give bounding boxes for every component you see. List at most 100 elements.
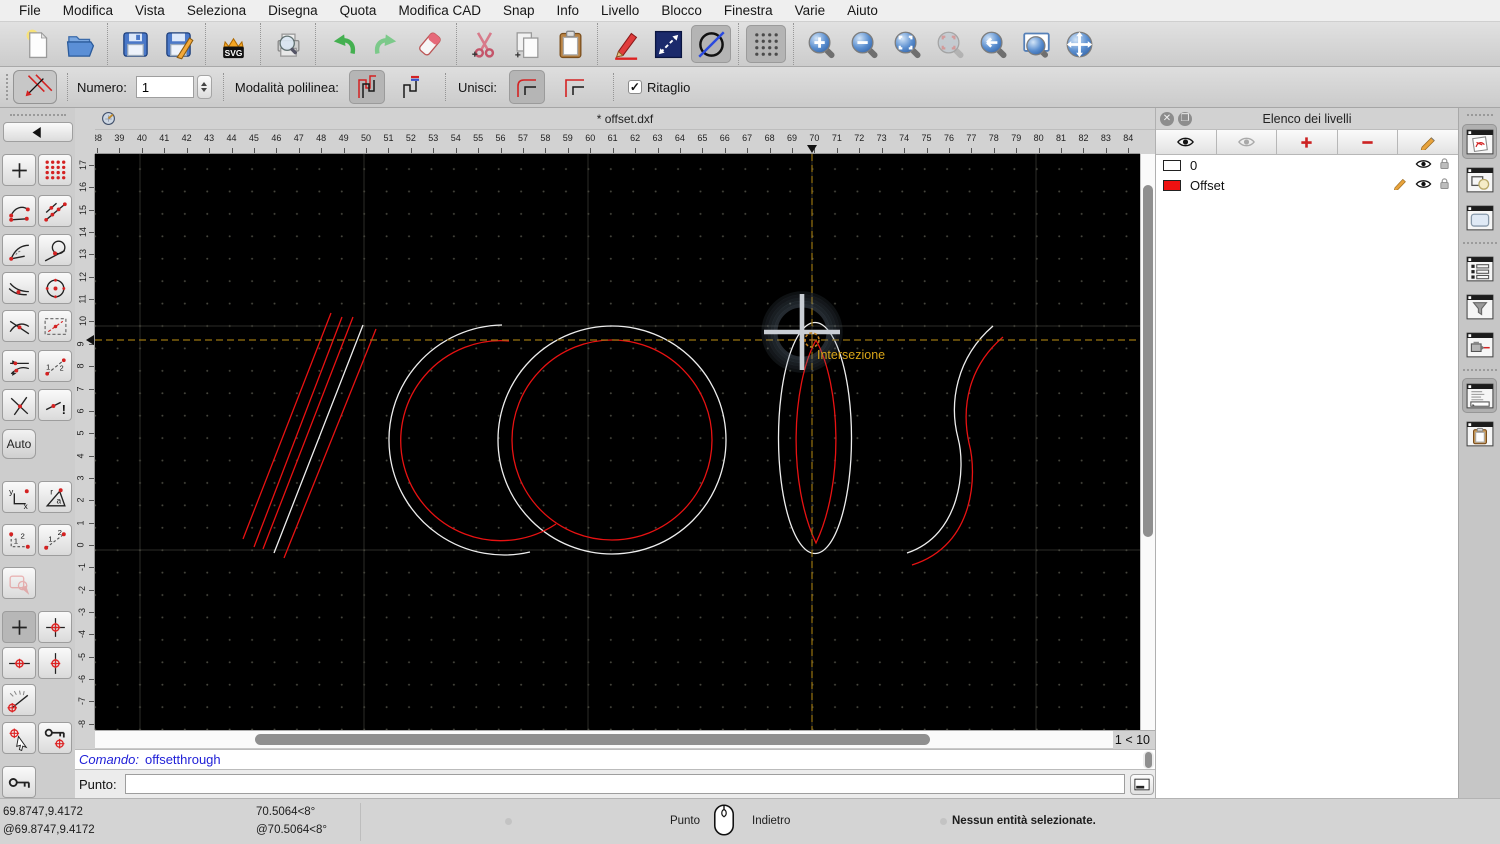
- print-preview-button[interactable]: [268, 25, 308, 63]
- palette-grip[interactable]: [9, 114, 66, 116]
- block-list-panel-button[interactable]: [1462, 162, 1497, 197]
- ellipse-line-tool-button[interactable]: [691, 25, 731, 63]
- coord-polar-button[interactable]: ra: [38, 481, 72, 513]
- zoom-auto-button[interactable]: [887, 25, 927, 63]
- menu-finestra[interactable]: Finestra: [713, 3, 784, 18]
- snap-on-entity-button[interactable]: [38, 195, 72, 227]
- property-editor-panel-button[interactable]: [1462, 251, 1497, 286]
- restrict-none-button[interactable]: [2, 567, 36, 599]
- menu-quota[interactable]: Quota: [329, 3, 388, 18]
- restrict-off-button[interactable]: [2, 611, 36, 643]
- snap-center-button[interactable]: [38, 272, 72, 304]
- pan-button[interactable]: [1059, 25, 1099, 63]
- ritaglio-checkbox[interactable]: ✓: [627, 80, 642, 94]
- menu-seleziona[interactable]: Seleziona: [176, 3, 257, 18]
- snap-ortho-button[interactable]: !: [38, 389, 72, 421]
- layer-minus-red-button[interactable]: [1337, 130, 1399, 154]
- snap-reference-button[interactable]: [38, 310, 72, 342]
- menu-blocco[interactable]: Blocco: [650, 3, 713, 18]
- menu-modifica[interactable]: Modifica: [52, 3, 124, 18]
- save-file-button[interactable]: [115, 25, 155, 63]
- menu-varie[interactable]: Varie: [784, 3, 837, 18]
- set-relative-zero-button[interactable]: [2, 722, 36, 754]
- snap-middle-button[interactable]: [2, 272, 36, 304]
- snap-auto-button[interactable]: Auto: [2, 429, 36, 459]
- numero-stepper[interactable]: [196, 75, 212, 99]
- join-sharp-button[interactable]: [557, 70, 593, 104]
- back-button[interactable]: [2, 122, 73, 142]
- polyline-mode-offset-button[interactable]: [348, 70, 385, 104]
- restrict-angle-button[interactable]: [2, 684, 36, 716]
- snap-perpendicular-button[interactable]: [2, 234, 36, 266]
- zoom-previous-button[interactable]: [973, 25, 1013, 63]
- layer-pencil-edit-button[interactable]: [1398, 130, 1458, 154]
- restrict-vertical-button[interactable]: [38, 647, 72, 679]
- coord-cartesian-button[interactable]: yx: [2, 481, 36, 513]
- layer-color-swatch[interactable]: [1163, 159, 1181, 171]
- snap-free-button[interactable]: [2, 154, 36, 186]
- vertical-scrollbar[interactable]: [1140, 154, 1155, 730]
- snap-intersection-button[interactable]: [2, 310, 36, 342]
- snap-cross-button[interactable]: [2, 389, 36, 421]
- snap-intersection-auto-button[interactable]: [2, 350, 36, 382]
- menu-disegna[interactable]: Disegna: [257, 3, 329, 18]
- toolbar-grip[interactable]: [6, 74, 8, 100]
- snap-distance-button[interactable]: 12: [38, 350, 72, 382]
- horizontal-scrollbar[interactable]: [95, 731, 1113, 749]
- menu-info[interactable]: Info: [546, 3, 591, 18]
- drawing-area[interactable]: Intersezione: [95, 154, 1140, 730]
- toggle-command-widget-button[interactable]: [1129, 773, 1154, 795]
- menu-file[interactable]: File: [8, 3, 52, 18]
- paste-button[interactable]: [550, 25, 590, 63]
- rel-polar-button[interactable]: 12: [38, 524, 72, 556]
- layer-visible-icon[interactable]: [1415, 178, 1432, 193]
- menu-livello[interactable]: Livello: [590, 3, 650, 18]
- layer-eye-off-button[interactable]: [1216, 130, 1278, 154]
- command-line-panel-button[interactable]: [1462, 378, 1497, 413]
- zoom-in-button[interactable]: [801, 25, 841, 63]
- redo-button[interactable]: [366, 25, 406, 63]
- numero-input[interactable]: [135, 76, 194, 98]
- close-panel-icon[interactable]: ✕: [1160, 112, 1174, 126]
- lock-zero-button[interactable]: [2, 766, 36, 798]
- new-file-button[interactable]: [17, 25, 57, 63]
- clipboard-panel-button[interactable]: [1462, 416, 1497, 451]
- delete-eraser-button[interactable]: [409, 25, 449, 63]
- detach-panel-icon[interactable]: ❐: [1178, 112, 1192, 126]
- menu-modifica-cad[interactable]: Modifica CAD: [387, 3, 492, 18]
- grid-toggle-button[interactable]: [746, 25, 786, 63]
- lock-relative-zero-button[interactable]: [38, 722, 72, 754]
- cam-panel-button[interactable]: [1462, 327, 1497, 362]
- horizontal-scrollbar-thumb[interactable]: [255, 734, 930, 745]
- command-input[interactable]: [124, 774, 1125, 794]
- layer-row-0[interactable]: 0: [1156, 155, 1458, 175]
- view-list-panel-button[interactable]: [1462, 200, 1497, 235]
- rel-cartesian-button[interactable]: 12: [2, 524, 36, 556]
- edit-pencil-button[interactable]: [605, 25, 645, 63]
- layer-plus-red-button[interactable]: [1277, 130, 1338, 154]
- layer-list-panel-button[interactable]: [1462, 124, 1497, 159]
- menu-vista[interactable]: Vista: [124, 3, 176, 18]
- restrict-orthogonal-button[interactable]: [38, 611, 72, 643]
- layer-color-swatch[interactable]: [1163, 179, 1181, 191]
- zoom-out-button[interactable]: [844, 25, 884, 63]
- snap-tangent-button[interactable]: [38, 234, 72, 266]
- menu-snap[interactable]: Snap: [492, 3, 546, 18]
- cut-button[interactable]: [464, 25, 504, 63]
- layer-row-Offset[interactable]: Offset: [1156, 175, 1458, 195]
- snap-grid-button[interactable]: [38, 154, 72, 186]
- join-round-button[interactable]: [508, 70, 545, 104]
- polyline-mode-segment-button[interactable]: [391, 70, 427, 104]
- undo-button[interactable]: [323, 25, 363, 63]
- layer-lock-icon[interactable]: [1439, 157, 1450, 173]
- menu-aiuto[interactable]: Aiuto: [836, 3, 889, 18]
- command-history-scrollbar[interactable]: [1143, 751, 1154, 769]
- selection-filter-panel-button[interactable]: [1462, 289, 1497, 324]
- snap-endpoints-button[interactable]: [2, 195, 36, 227]
- restrict-horizontal-button[interactable]: [2, 647, 36, 679]
- offset-tool-button[interactable]: [13, 70, 57, 104]
- save-file-as-button[interactable]: [158, 25, 198, 63]
- svg-export-button[interactable]: SVG: [213, 25, 253, 63]
- layer-eye-open-button[interactable]: [1156, 130, 1217, 154]
- dock-grip[interactable]: [1466, 114, 1493, 116]
